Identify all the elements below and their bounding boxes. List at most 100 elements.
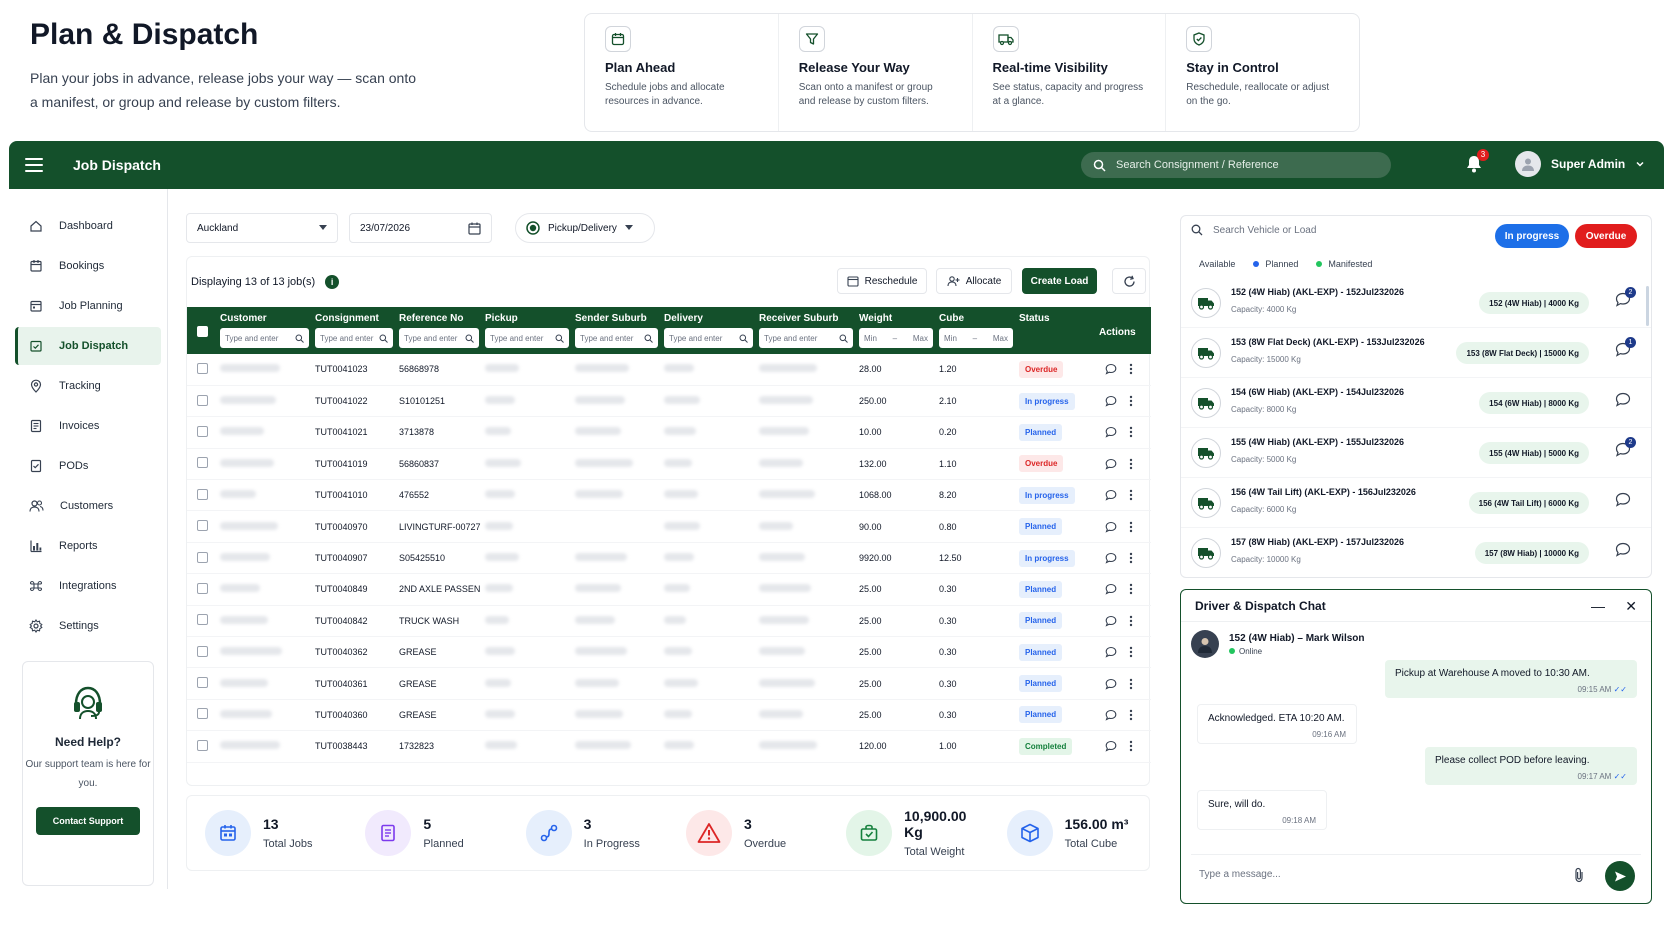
vehicle-row[interactable]: 157 (8W Hiab) (AKL-EXP) - 157Jul232026 Ca… xyxy=(1181,528,1651,577)
row-checkbox[interactable] xyxy=(197,582,208,594)
row-checkbox[interactable] xyxy=(197,520,208,532)
row-checkbox[interactable] xyxy=(197,708,208,720)
minimize-icon[interactable]: — xyxy=(1591,598,1605,614)
vehicle-row[interactable]: 155 (4W Hiab) (AKL-EXP) - 155Jul232026 Ca… xyxy=(1181,428,1651,478)
row-checkbox[interactable] xyxy=(197,551,208,563)
vehicle-chat-button[interactable]: 2 xyxy=(1615,287,1636,312)
comment-icon[interactable] xyxy=(1105,363,1117,376)
sidebar-item-reports[interactable]: Reports xyxy=(15,527,161,565)
more-vertical-icon[interactable] xyxy=(1129,583,1133,595)
vehicle-row[interactable]: 156 (4W Tail Lift) (AKL-EXP) - 156Jul232… xyxy=(1181,478,1651,528)
vehicle-search[interactable]: Search Vehicle or Load xyxy=(1191,224,1316,236)
table-row[interactable]: TUT0041023 56868978 28.00 1.20 Overdue xyxy=(187,354,1151,386)
vehicle-chat-button[interactable] xyxy=(1615,392,1631,412)
comment-icon[interactable] xyxy=(1105,583,1117,596)
vehicle-chat-button[interactable] xyxy=(1615,542,1631,562)
table-row[interactable]: TUT0041010 476552 1068.00 8.20 In progress xyxy=(187,480,1151,511)
sidebar-item-customers[interactable]: Customers xyxy=(15,487,161,525)
col-delivery[interactable]: Delivery xyxy=(661,307,756,326)
more-vertical-icon[interactable] xyxy=(1129,646,1133,658)
col-weight[interactable]: Weight xyxy=(856,307,936,326)
create-load-button[interactable]: Create Load xyxy=(1022,268,1097,294)
comment-icon[interactable] xyxy=(1105,521,1117,533)
contact-support-button[interactable]: Contact Support xyxy=(36,807,140,835)
more-vertical-icon[interactable] xyxy=(1129,395,1133,407)
region-select[interactable]: Auckland xyxy=(186,213,338,243)
comment-icon[interactable] xyxy=(1105,646,1117,658)
date-picker[interactable]: 23/07/2026 xyxy=(349,213,492,243)
row-checkbox[interactable] xyxy=(197,362,208,374)
pickup-filter-input[interactable]: Type and enter xyxy=(485,328,569,348)
cube-range-input[interactable]: Min – Max xyxy=(939,328,1013,348)
sidebar-item-job-dispatch[interactable]: Job Dispatch xyxy=(15,327,161,365)
vehicle-row[interactable]: 153 (8W Flat Deck) (AKL-EXP) - 153Jul232… xyxy=(1181,328,1651,378)
global-search[interactable] xyxy=(1081,152,1391,178)
col-cube[interactable]: Cube xyxy=(936,307,1016,326)
more-vertical-icon[interactable] xyxy=(1129,521,1133,533)
vehicle-chat-button[interactable]: 1 xyxy=(1615,337,1636,362)
more-vertical-icon[interactable] xyxy=(1129,615,1133,627)
sidebar-item-integrations[interactable]: Integrations xyxy=(15,567,161,605)
more-vertical-icon[interactable] xyxy=(1129,552,1133,564)
comment-icon[interactable] xyxy=(1105,709,1117,721)
table-row[interactable]: TUT0041022 S10101251 250.00 2.10 In progress xyxy=(187,385,1151,417)
consignment-filter-input[interactable]: Type and enter xyxy=(315,328,393,348)
sidebar-item-dashboard[interactable]: Dashboard xyxy=(15,207,161,245)
more-vertical-icon[interactable] xyxy=(1129,740,1133,752)
select-all-checkbox[interactable] xyxy=(197,325,208,337)
reschedule-button[interactable]: Reschedule xyxy=(837,268,927,294)
send-button[interactable] xyxy=(1605,861,1635,891)
vehicle-chat-button[interactable]: 2 xyxy=(1615,437,1636,462)
vehicle-row[interactable]: 152 (4W Hiab) (AKL-EXP) - 152Jul232026 Ca… xyxy=(1181,278,1651,328)
sidebar-item-job-planning[interactable]: Job Planning xyxy=(15,287,161,325)
col-customer[interactable]: Customer xyxy=(217,307,312,326)
row-checkbox[interactable] xyxy=(197,739,208,751)
comment-icon[interactable] xyxy=(1105,552,1117,564)
receiver-suburb-filter-input[interactable]: Type and enter xyxy=(759,328,853,348)
sidebar-item-settings[interactable]: Settings xyxy=(15,607,161,645)
vehicle-chat-button[interactable] xyxy=(1615,492,1631,512)
col-pickup[interactable]: Pickup xyxy=(482,307,572,326)
row-checkbox[interactable] xyxy=(197,614,208,626)
table-row[interactable]: TUT0041021 3713878 10.00 0.20 Planned xyxy=(187,417,1151,449)
col-consignment[interactable]: Consignment xyxy=(312,307,396,326)
table-row[interactable]: TUT0040361 GREASE 25.00 0.30 Planned xyxy=(187,668,1151,700)
table-row[interactable]: TUT0040842 TRUCK WASH 25.00 0.30 Planned xyxy=(187,605,1151,637)
weight-range-input[interactable]: Min – Max xyxy=(859,328,933,348)
row-checkbox[interactable] xyxy=(197,488,208,500)
vehicle-row[interactable]: 154 (6W Hiab) (AKL-EXP) - 154Jul232026 Ca… xyxy=(1181,378,1651,428)
table-row[interactable]: TUT0040360 GREASE 25.00 0.30 Planned xyxy=(187,699,1151,731)
allocate-button[interactable]: Allocate xyxy=(936,268,1012,294)
sender-suburb-filter-input[interactable]: Type and enter xyxy=(575,328,658,348)
more-vertical-icon[interactable] xyxy=(1129,489,1133,501)
col-reference[interactable]: Reference No xyxy=(396,307,482,326)
col-receiver-suburb[interactable]: Receiver Suburb xyxy=(756,307,856,326)
sidebar-item-tracking[interactable]: Tracking xyxy=(15,367,161,405)
table-row[interactable]: TUT0040970 LIVINGTURF-00727 90.00 0.80 Plann… xyxy=(187,511,1151,543)
message-input[interactable] xyxy=(1199,869,1559,880)
more-vertical-icon[interactable] xyxy=(1129,458,1133,470)
more-vertical-icon[interactable] xyxy=(1129,678,1133,690)
vehicle-scrollbar[interactable] xyxy=(1646,286,1649,326)
row-checkbox[interactable] xyxy=(197,394,208,406)
table-row[interactable]: TUT0040849 2ND AXLE PASSEN 25.00 0.30 Planne… xyxy=(187,574,1151,606)
comment-icon[interactable] xyxy=(1105,740,1117,752)
more-vertical-icon[interactable] xyxy=(1129,426,1133,438)
filter-pill-overdue[interactable]: Overdue xyxy=(1575,224,1637,248)
global-search-input[interactable] xyxy=(1116,159,1376,171)
info-icon[interactable]: i xyxy=(325,275,340,289)
comment-icon[interactable] xyxy=(1105,489,1117,501)
comment-icon[interactable] xyxy=(1105,678,1117,690)
mode-toggle[interactable]: Pickup/Delivery xyxy=(515,213,655,243)
close-icon[interactable]: ✕ xyxy=(1625,598,1637,615)
table-row[interactable]: TUT0040362 GREASE 25.00 0.30 Planned xyxy=(187,637,1151,668)
more-vertical-icon[interactable] xyxy=(1129,709,1133,721)
col-status[interactable]: Status xyxy=(1016,307,1096,326)
comment-icon[interactable] xyxy=(1105,395,1117,407)
sidebar-item-bookings[interactable]: Bookings xyxy=(15,247,161,285)
menu-icon[interactable] xyxy=(25,158,43,172)
user-menu[interactable]: Super Admin xyxy=(1515,151,1645,177)
comment-icon[interactable] xyxy=(1105,426,1117,439)
filter-pill-in-progress[interactable]: In progress xyxy=(1495,224,1569,248)
more-vertical-icon[interactable] xyxy=(1129,363,1133,375)
